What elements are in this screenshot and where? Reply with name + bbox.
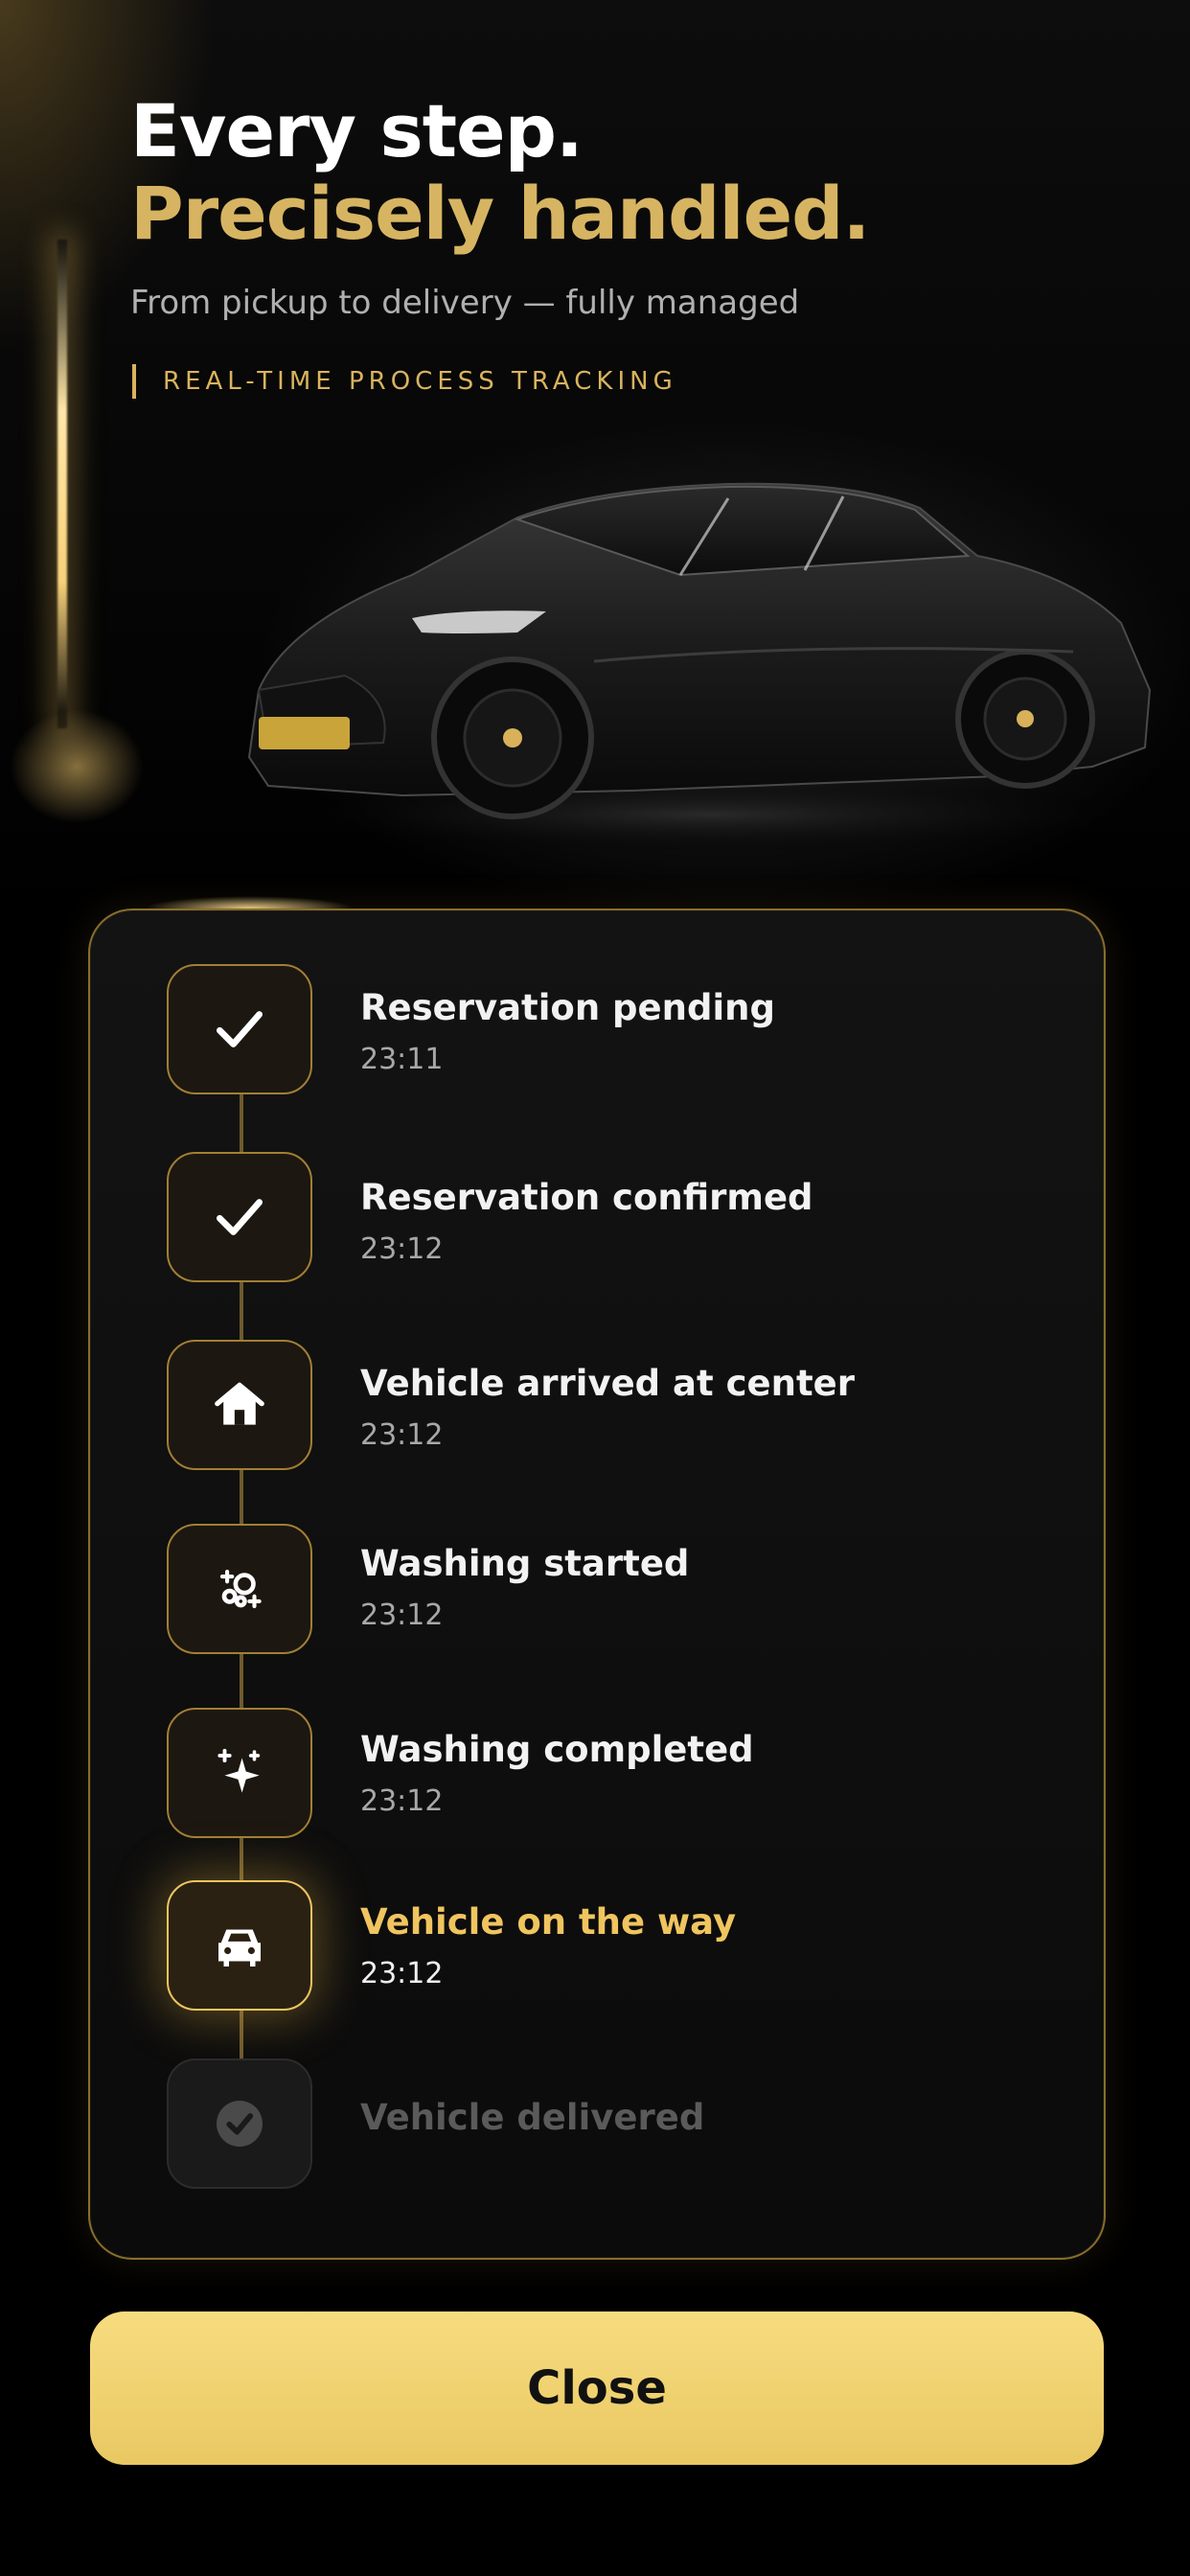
step-connector <box>240 1094 243 1152</box>
check-icon <box>216 1011 263 1047</box>
headline-line-1: Every step. <box>130 88 584 173</box>
headline-line-2: Precisely handled. <box>130 171 870 256</box>
car-image <box>247 482 1159 853</box>
tag-accent-bar <box>132 364 136 399</box>
step-6-icon-box <box>167 1880 312 2011</box>
sparkle-icon <box>217 1748 261 1793</box>
step-3-title: Vehicle arrived at center <box>360 1363 855 1404</box>
car-icon <box>218 1929 261 1966</box>
home-icon <box>215 1382 264 1425</box>
close-button[interactable]: Close <box>90 2312 1104 2465</box>
step-1-title: Reservation pending <box>360 987 775 1028</box>
step-4-icon-box <box>167 1524 312 1654</box>
tracking-tag: REAL-TIME PROCESS TRACKING <box>163 367 677 396</box>
bubbles-icon <box>219 1569 262 1609</box>
step-6-title: Vehicle on the way <box>360 1901 737 1943</box>
step-connector <box>240 2011 243 2058</box>
step-5-icon-box <box>167 1708 312 1838</box>
step-connector <box>240 1838 243 1880</box>
step-4-time: 23:12 <box>360 1598 444 1632</box>
step-connector <box>240 1470 243 1524</box>
step-6-time: 23:12 <box>360 1957 444 1990</box>
step-2-time: 23:12 <box>360 1232 444 1266</box>
hero-section: Every step. Precisely handled. From pick… <box>0 0 1190 920</box>
step-1-time: 23:11 <box>360 1043 444 1076</box>
step-7-icon-box <box>167 2058 312 2189</box>
step-2-title: Reservation confirmed <box>360 1177 813 1218</box>
step-2-icon-box <box>167 1152 312 1282</box>
light-reflection <box>10 709 144 824</box>
step-5-title: Washing completed <box>360 1729 754 1770</box>
step-connector <box>240 1282 243 1340</box>
check-icon <box>216 1199 263 1235</box>
step-1-icon-box <box>167 964 312 1094</box>
step-3-icon-box <box>167 1340 312 1470</box>
step-7-title: Vehicle delivered <box>360 2097 705 2138</box>
step-4-title: Washing started <box>360 1543 690 1584</box>
step-5-time: 23:12 <box>360 1784 444 1818</box>
hero-subtitle: From pickup to delivery — fully managed <box>130 284 800 322</box>
step-3-time: 23:12 <box>360 1418 444 1452</box>
check-circle-icon <box>217 2101 263 2147</box>
step-connector <box>240 1654 243 1708</box>
light-strip <box>57 240 67 728</box>
